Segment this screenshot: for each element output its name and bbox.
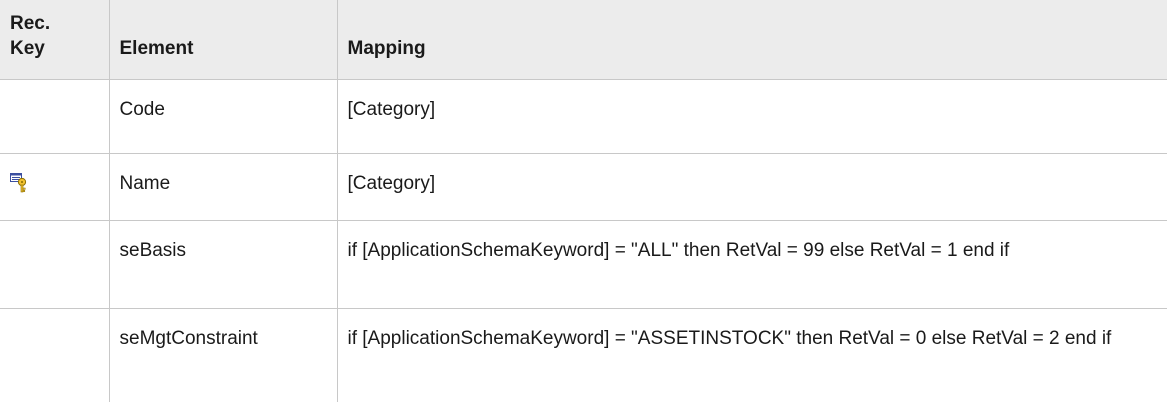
rec-key-cell [0,307,110,402]
rec-key-cell [0,78,110,154]
rec-key-header-line1: Rec. [10,12,51,34]
mapping-cell: [Category] [336,152,1167,221]
table-row: Code [Category] [0,78,1167,154]
element-header: Element [108,0,338,80]
rec-key-cell [0,152,110,221]
element-cell: Name [108,152,338,221]
element-cell: Code [108,78,338,154]
header-row: Rec. Key Element Mapping [0,0,1167,80]
element-cell: seBasis [108,219,338,309]
mapping-header: Mapping [336,0,1167,80]
element-cell: seMgtConstraint [108,307,338,402]
rec-key-header-line2: Key [10,37,45,59]
rec-key-cell [0,219,110,309]
table-row: seBasis if [ApplicationSchemaKeyword] = … [0,219,1167,309]
rec-key-header: Rec. Key [0,0,110,80]
mapping-cell: if [ApplicationSchemaKeyword] = "ALL" th… [336,219,1167,309]
mapping-cell: if [ApplicationSchemaKeyword] = "ASSETIN… [336,307,1167,402]
table-row: Name [Category] [0,152,1167,221]
mapping-table: Rec. Key Element Mapping Code [Category] [0,0,1167,402]
table-row: seMgtConstraint if [ApplicationSchemaKey… [0,307,1167,402]
reconciliation-key-icon [10,172,28,193]
mapping-cell: [Category] [336,78,1167,154]
